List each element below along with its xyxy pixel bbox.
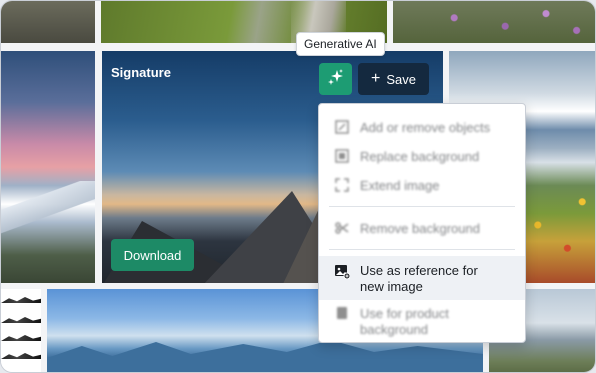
extend-image-icon xyxy=(333,178,351,192)
menu-item-extend-image[interactable]: Extend image xyxy=(319,178,525,194)
menu-item-label: Use as reference for new image xyxy=(360,263,478,295)
plus-icon: + xyxy=(371,70,381,87)
scissors-icon xyxy=(333,221,351,235)
menu-item-label: Extend image xyxy=(360,178,440,193)
menu-item-label: Remove background xyxy=(360,221,480,236)
image-reference-icon xyxy=(333,263,351,279)
menu-item-label: Replace background xyxy=(360,149,480,164)
generative-ai-button[interactable] xyxy=(319,63,352,95)
decorative-mark xyxy=(1,317,41,323)
menu-divider xyxy=(329,206,515,207)
decorative-mark xyxy=(1,297,41,303)
gallery-image[interactable] xyxy=(1,1,95,43)
menu-item-label: Use for product background xyxy=(360,306,449,338)
menu-item-label: Add or remove objects xyxy=(360,120,491,135)
menu-item-product-background[interactable]: Use for product background xyxy=(319,306,525,338)
menu-item-label-line: Use as reference for xyxy=(360,263,478,278)
menu-item-remove-background[interactable]: Remove background xyxy=(319,221,525,237)
menu-divider xyxy=(329,249,515,250)
product-icon xyxy=(333,306,351,320)
decorative-mark xyxy=(1,335,41,341)
save-button[interactable]: + Save xyxy=(358,63,429,95)
menu-item-use-as-reference[interactable]: Use as reference for new image xyxy=(319,256,525,300)
menu-item-label-line: Use for product xyxy=(360,306,449,321)
menu-item-replace-background[interactable]: Replace background xyxy=(319,149,525,165)
decorative-mark xyxy=(1,353,41,359)
save-button-label: Save xyxy=(386,71,416,87)
menu-item-label-line: background xyxy=(360,322,428,337)
gallery-image[interactable] xyxy=(1,51,95,283)
image-title: Signature xyxy=(111,65,171,80)
gallery-image[interactable] xyxy=(393,1,595,43)
sparkles-icon xyxy=(327,68,345,91)
replace-background-icon xyxy=(333,149,351,163)
menu-item-label-line: new image xyxy=(360,279,423,294)
download-button[interactable]: Download xyxy=(111,239,194,271)
generative-ai-menu: Add or remove objects Replace background… xyxy=(318,103,526,343)
generative-ai-tooltip: Generative AI xyxy=(296,32,385,56)
gallery-image[interactable] xyxy=(1,289,41,372)
menu-item-add-remove-objects[interactable]: Add or remove objects xyxy=(319,120,525,136)
edit-objects-icon xyxy=(333,120,351,134)
